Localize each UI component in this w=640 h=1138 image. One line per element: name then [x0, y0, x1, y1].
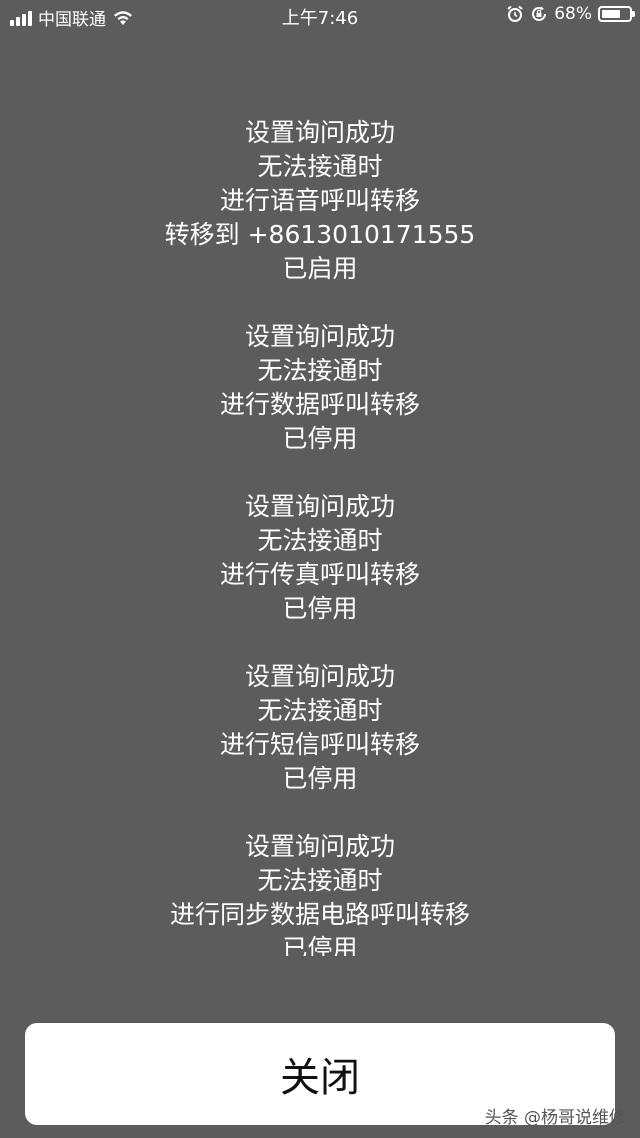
- message-line: 无法接通时: [257, 526, 383, 555]
- battery-level: [602, 10, 620, 18]
- message-line: 转移到 +8613010171555: [164, 220, 476, 249]
- message-line: 设置询问成功: [244, 662, 395, 691]
- message-line: 进行短信呼叫转移: [219, 730, 420, 759]
- status-bar: 中国联通 上午7:46 68%: [0, 0, 640, 32]
- message-line: 已停用: [282, 764, 358, 793]
- battery-icon: [598, 6, 635, 22]
- battery-percent: 68%: [554, 4, 592, 24]
- message-line: 设置询问成功: [244, 322, 395, 351]
- message-line: 进行传真呼叫转移: [219, 560, 420, 589]
- message-line: 已停用: [282, 424, 358, 453]
- message-block: 设置询问成功 无法接通时进行数据呼叫转移 已停用: [0, 320, 640, 456]
- message-line: 无法接通时: [257, 152, 383, 181]
- message-line: 无法接通时: [257, 696, 383, 725]
- message-line: 进行数据呼叫转移: [219, 390, 420, 419]
- message-line: 无法接通时: [257, 356, 383, 385]
- message-block: 设置询问成功 无法接通时进行传真呼叫转移 已停用: [0, 490, 640, 626]
- message-line: 已启用: [282, 254, 358, 283]
- rotation-lock-icon: [532, 6, 547, 21]
- message-block: 设置询问成功 无法接通时进行短信呼叫转移 已停用: [0, 660, 640, 796]
- status-right: 68%: [506, 4, 635, 24]
- message-block: 设置询问成功 无法接通时进行语音呼叫转移转移到 +8613010171555 已启用: [0, 116, 640, 286]
- message-block: 设置询问成功 无法接通时进行同步数据电路呼叫转移已停用: [0, 830, 640, 956]
- watermark: 头条 @杨哥说维修: [484, 1108, 626, 1128]
- message-line: 无法接通时: [257, 866, 383, 895]
- message-line: 已停用: [282, 594, 358, 623]
- message-line: 设置询问成功: [244, 492, 395, 521]
- message-line: 设置询问成功: [244, 832, 395, 861]
- message-line: 进行同步数据电路呼叫转移: [169, 900, 470, 929]
- message-line: 设置询问成功: [244, 118, 395, 147]
- alert-message: 设置询问成功 无法接通时 进行语音呼叫转移 转移到 +8613010171555 已启用…: [0, 116, 640, 956]
- message-line: 已停用: [282, 934, 358, 956]
- message-line: 进行语音呼叫转移: [219, 186, 420, 215]
- alarm-icon: [507, 5, 523, 22]
